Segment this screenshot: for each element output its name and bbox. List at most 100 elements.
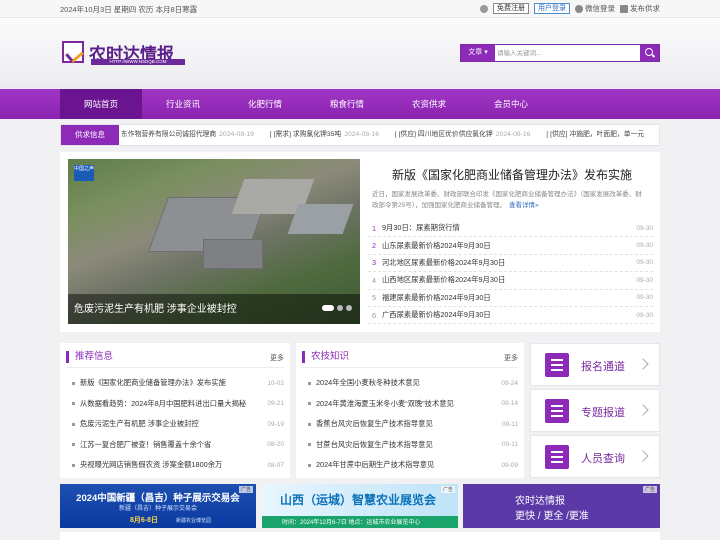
signup-icon bbox=[545, 353, 569, 377]
item-title: 福建尿素最新价格2024年9月30日 bbox=[382, 292, 491, 302]
nav-home[interactable]: 网站首页 bbox=[60, 89, 142, 119]
list-item[interactable]: 2024年全国小麦秋冬种技术意见 09-24 bbox=[308, 373, 518, 394]
ad-title: 山西（运城）智慧农业展览会 bbox=[280, 493, 437, 507]
panel-title: 农技知识 bbox=[302, 351, 349, 363]
item-number: 1 bbox=[371, 223, 377, 233]
ticker-item[interactable]: [ [供应] 四川地区优价供应氯化钾 2024-08-16 bbox=[395, 125, 531, 145]
search-box: 文章 ▾ bbox=[460, 44, 660, 62]
special-report-button[interactable]: 专题报道 bbox=[530, 389, 660, 432]
search-input[interactable] bbox=[497, 45, 637, 61]
chevron-right-icon bbox=[637, 358, 649, 370]
item-number: 5 bbox=[371, 293, 377, 303]
ad-date: 8月6-8日 bbox=[130, 517, 159, 524]
item-title: 江苏一复合肥厂被查！销售覆盖十余个省 bbox=[80, 439, 212, 449]
ticker-item[interactable]: 东作物营养有限公司诚招代理商 2024-08-19 bbox=[121, 125, 254, 145]
search-button[interactable] bbox=[640, 45, 659, 61]
panel-header: 农技知识 更多 bbox=[302, 348, 518, 368]
wechat-login-label: 微信登录 bbox=[585, 4, 615, 13]
slider-dot[interactable] bbox=[337, 305, 343, 311]
list-item[interactable]: 2024年甘蔗中后期生产技术指导意见 09-09 bbox=[308, 455, 518, 476]
edit-icon bbox=[620, 4, 628, 13]
bullet-icon bbox=[72, 402, 75, 406]
nav-grain-market[interactable]: 粮食行情 bbox=[306, 89, 388, 119]
list-item[interactable]: 1 9月30日：尿素期货行情 09-30 bbox=[368, 220, 653, 238]
slider-dots bbox=[322, 305, 352, 311]
item-title: 从数据看趋势：2024年8月中国肥料进出口量大揭秘 bbox=[80, 398, 247, 408]
knowledge-list: 2024年全国小麦秋冬种技术意见 09-24 2024年黄淮海夏玉米冬小麦“双晚”… bbox=[308, 373, 518, 476]
ad-banner-site-promo[interactable]: 广告 农时达情报 更快 / 更全 /更准 bbox=[463, 484, 660, 528]
date-text: 2024年10月3日 星期四 农历 本月8日寒露 bbox=[60, 5, 198, 14]
hero-headline[interactable]: 新版《国家化肥商业储备管理办法》发布实施 bbox=[392, 166, 632, 183]
hero-more-link[interactable]: 查看详情» bbox=[509, 202, 539, 209]
media-badge: 中国之声 bbox=[74, 165, 94, 181]
hero-photo[interactable]: 中国之声 危废污泥生产有机肥 涉事企业被封控 bbox=[68, 159, 360, 324]
item-date: 09-21 bbox=[267, 400, 284, 408]
list-item[interactable]: 4 山西地区尿素最新价格2024年9月30日 09-30 bbox=[368, 272, 653, 290]
list-item[interactable]: 甘蔗台风灾后恢复生产技术指导意见 09-11 bbox=[308, 435, 518, 456]
chevron-right-icon bbox=[637, 404, 649, 416]
wechat-login-link[interactable]: 微信登录 bbox=[575, 3, 615, 14]
item-title: 2024年全国小麦秋冬种技术意见 bbox=[316, 378, 420, 388]
bullet-icon bbox=[72, 463, 75, 467]
personnel-query-button[interactable]: 人员查询 bbox=[530, 435, 660, 478]
ticker-items: 东作物营养有限公司诚招代理商 2024-08-19 [ [需求] 求购氯化钾35吨… bbox=[121, 125, 658, 145]
hero-summary-text: 近日，国家发展改革委、财政部联合印发《国家化肥商业储备管理办法》（国家发展改革委… bbox=[372, 191, 642, 209]
more-link[interactable]: 更多 bbox=[504, 353, 518, 363]
ticker-item[interactable]: [ [供应] 冲施肥，叶面肥，单一元 bbox=[546, 125, 644, 145]
list-item[interactable]: 香蕉台风灾后恢复生产技术指导意见 09-11 bbox=[308, 414, 518, 435]
recommend-panel: 推荐信息 更多 新版《国家化肥商业储备管理办法》发布实施 10-02 从数据看趋势… bbox=[60, 343, 290, 478]
recommend-list: 新版《国家化肥商业储备管理办法》发布实施 10-02 从数据看趋势：2024年8月… bbox=[72, 373, 284, 476]
query-icon bbox=[545, 445, 569, 469]
nav-supply-demand[interactable]: 农资供求 bbox=[388, 89, 470, 119]
ad-subtitle: 时间：2024年12月6-7日 地点：运城市农业展览中心 bbox=[282, 520, 421, 526]
list-item[interactable]: 危废污泥生产有机肥 涉事企业被封控 09-19 bbox=[72, 414, 284, 435]
item-date: 09-09 bbox=[501, 461, 518, 469]
photo-building bbox=[287, 204, 354, 234]
bullet-icon bbox=[308, 402, 311, 406]
item-date: 09-11 bbox=[501, 441, 518, 449]
ticker-label: 供求信息 bbox=[61, 125, 119, 145]
list-item[interactable]: 江苏一复合肥厂被查！销售覆盖十余个省 08-20 bbox=[72, 435, 284, 456]
slider-dot[interactable] bbox=[322, 305, 334, 311]
item-title: 山西地区尿素最新价格2024年9月30日 bbox=[382, 275, 506, 285]
search-type-select[interactable]: 文章 ▾ bbox=[461, 45, 495, 61]
item-number: 4 bbox=[371, 275, 377, 285]
hero-caption[interactable]: 危废污泥生产有机肥 涉事企业被封控 bbox=[74, 300, 237, 315]
item-date: 09-30 bbox=[636, 276, 653, 284]
item-title: 2024年甘蔗中后期生产技术指导意见 bbox=[316, 460, 435, 470]
site-logo[interactable]: 农时达情报 HTTP://WWW.NSDQB.COM bbox=[60, 40, 185, 66]
list-item[interactable]: 央视曝光网店销售假农资 涉案金额1800余万 08-07 bbox=[72, 455, 284, 476]
list-item[interactable]: 新版《国家化肥商业储备管理办法》发布实施 10-02 bbox=[72, 373, 284, 394]
signup-channel-button[interactable]: 报名通道 bbox=[530, 343, 660, 386]
signup-channel-label: 报名通道 bbox=[581, 361, 625, 373]
item-title: 9月30日：尿素期货行情 bbox=[382, 223, 460, 233]
report-icon bbox=[545, 399, 569, 423]
ticker-item-text: [需求] 求购氯化钾35吨 bbox=[273, 131, 342, 138]
list-item[interactable]: 6 广西尿素最新价格2024年9月30日 09-30 bbox=[368, 307, 653, 325]
bullet-icon bbox=[72, 443, 75, 447]
nav-member-center[interactable]: 会员中心 bbox=[470, 89, 552, 119]
nav-industry-news[interactable]: 行业资讯 bbox=[142, 89, 224, 119]
register-button[interactable]: 免费注册 bbox=[493, 3, 529, 14]
user-icon bbox=[480, 4, 488, 13]
item-title: 新版《国家化肥商业储备管理办法》发布实施 bbox=[80, 378, 226, 388]
list-item[interactable]: 2 山东尿素最新价格2024年9月30日 09-30 bbox=[368, 237, 653, 255]
publish-link[interactable]: 发布供求 bbox=[620, 3, 660, 14]
hero-section: 中国之声 危废污泥生产有机肥 涉事企业被封控 新版《国家化肥商业储备管理办法》发… bbox=[60, 152, 660, 332]
list-item[interactable]: 3 河北地区尿素最新价格2024年9月30日 09-30 bbox=[368, 255, 653, 273]
login-button[interactable]: 用户登录 bbox=[534, 3, 570, 14]
ticker-item-date: 2024-08-16 bbox=[495, 131, 531, 138]
ticker-item[interactable]: [ [需求] 求购氯化钾35吨 2024-08-16 bbox=[270, 125, 379, 145]
list-item[interactable]: 2024年黄淮海夏玉米冬小麦“双晚”技术意见 09-14 bbox=[308, 394, 518, 415]
list-item[interactable]: 5 福建尿素最新价格2024年9月30日 09-30 bbox=[368, 290, 653, 307]
slider-dot[interactable] bbox=[346, 305, 352, 311]
ad-banner-seed-expo[interactable]: 广告 2024中国新疆（昌吉）种子展示交易会 新疆（昌吉）种子展示交易会 8月6… bbox=[60, 484, 256, 528]
more-link[interactable]: 更多 bbox=[270, 353, 284, 363]
item-date: 10-02 bbox=[267, 379, 284, 387]
list-item[interactable]: 从数据看趋势：2024年8月中国肥料进出口量大揭秘 09-21 bbox=[72, 394, 284, 415]
nav-fertilizer-market[interactable]: 化肥行情 bbox=[224, 89, 306, 119]
ad-banner-smart-agri-expo[interactable]: 广告 山西（运城）智慧农业展览会 时间：2024年12月6-7日 地点：运城市农… bbox=[262, 484, 458, 528]
panel-header: 推荐信息 更多 bbox=[66, 348, 284, 368]
wechat-icon bbox=[575, 4, 583, 13]
bullet-icon bbox=[72, 381, 75, 385]
